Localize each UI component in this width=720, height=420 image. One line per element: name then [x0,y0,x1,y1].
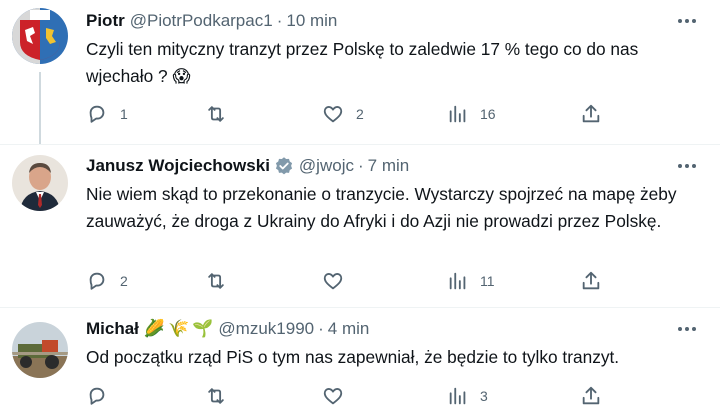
share-button[interactable] [580,102,602,126]
retweet-icon [208,106,224,122]
separator-dot: · [357,156,364,175]
tweet-time[interactable]: 10 min [286,11,337,31]
tweet-piotr[interactable]: Piotr @PiotrPodkarpac1 · 10 min Czyli te… [0,0,720,145]
author-name[interactable]: Piotr [86,11,125,31]
author-name[interactable]: Janusz Wojciechowski [86,156,270,176]
author-handle[interactable]: @mzuk1990 [218,319,314,339]
share-icon [582,271,600,290]
like-button[interactable] [322,384,356,408]
reply-count: 1 [120,106,128,122]
views-count: 16 [480,106,496,122]
tweet-janusz[interactable]: Janusz Wojciechowski @jwojc · 7 min Nie … [0,145,720,308]
author-handle[interactable]: @jwojc [299,156,354,176]
tweet-actions: 1 2 16 [86,102,686,126]
views-button[interactable]: 11 [448,269,495,293]
separator-dot: · [318,319,324,338]
like-icon [323,273,343,290]
tweet-header: Piotr @PiotrPodkarpac1 · 10 min [86,10,337,32]
tweet-time[interactable]: 4 min [328,319,370,339]
tweet-time[interactable]: 7 min [368,156,410,176]
verified-badge-icon [274,156,294,176]
tweet-actions: 2 11 [86,269,686,293]
retweet-button[interactable] [204,384,240,408]
avatar[interactable] [12,155,68,211]
tweet-text: Czyli ten mityczny tranzyt przez Polskę … [86,39,639,86]
tweet-text: Od początku rząd PiS o tym nas zapewniał… [86,347,620,367]
name-emojis: 🌽 🌾 🌱 [144,319,214,339]
reply-button[interactable]: 1 [86,102,128,126]
retweet-icon [208,388,224,404]
reply-button[interactable] [86,384,120,408]
like-icon [323,106,343,123]
tweet-header: Michał 🌽 🌾 🌱 @mzuk1990 · 4 min [86,318,369,340]
share-icon [582,386,600,405]
reply-count: 2 [120,273,128,289]
author-handle[interactable]: @PiotrPodkarpac1 [130,11,273,31]
like-count: 2 [356,106,364,122]
reply-button[interactable]: 2 [86,269,128,293]
seedling-emoji: 🌱 [192,319,214,338]
share-icon [582,104,600,123]
separator-dot: · [276,11,283,30]
views-count: 11 [480,273,495,289]
more-icon[interactable] [676,318,698,340]
views-icon [449,387,466,405]
like-button[interactable]: 2 [322,102,364,126]
tweet-actions: 3 [86,384,686,408]
like-button[interactable] [322,269,356,293]
reply-icon [89,272,105,290]
views-button[interactable]: 3 [448,384,488,408]
share-button[interactable] [580,269,602,293]
views-button[interactable]: 16 [448,102,496,126]
retweet-button[interactable] [204,269,240,293]
grain-emoji: 🌾 [168,319,190,338]
reply-icon [89,105,105,123]
share-button[interactable] [580,384,602,408]
tweet-header: Janusz Wojciechowski @jwojc · 7 min [86,155,409,177]
avatar[interactable] [12,8,68,64]
views-icon [449,105,466,123]
retweet-icon [208,273,224,289]
more-icon[interactable] [676,10,698,32]
views-count: 3 [480,388,488,404]
like-icon [323,388,343,405]
thread-line [39,72,41,145]
views-icon [449,272,466,290]
tweet-text: Nie wiem skąd to przekonanie o tranzycie… [86,184,677,231]
reply-icon [89,387,105,405]
author-name[interactable]: Michał [86,319,139,339]
avatar[interactable] [12,322,68,378]
tweet-michal[interactable]: Michał 🌽 🌾 🌱 @mzuk1990 · 4 min Od począt… [0,308,720,420]
more-icon[interactable] [676,155,698,177]
corn-emoji: 🌽 [143,319,166,338]
retweet-button[interactable] [204,102,240,126]
